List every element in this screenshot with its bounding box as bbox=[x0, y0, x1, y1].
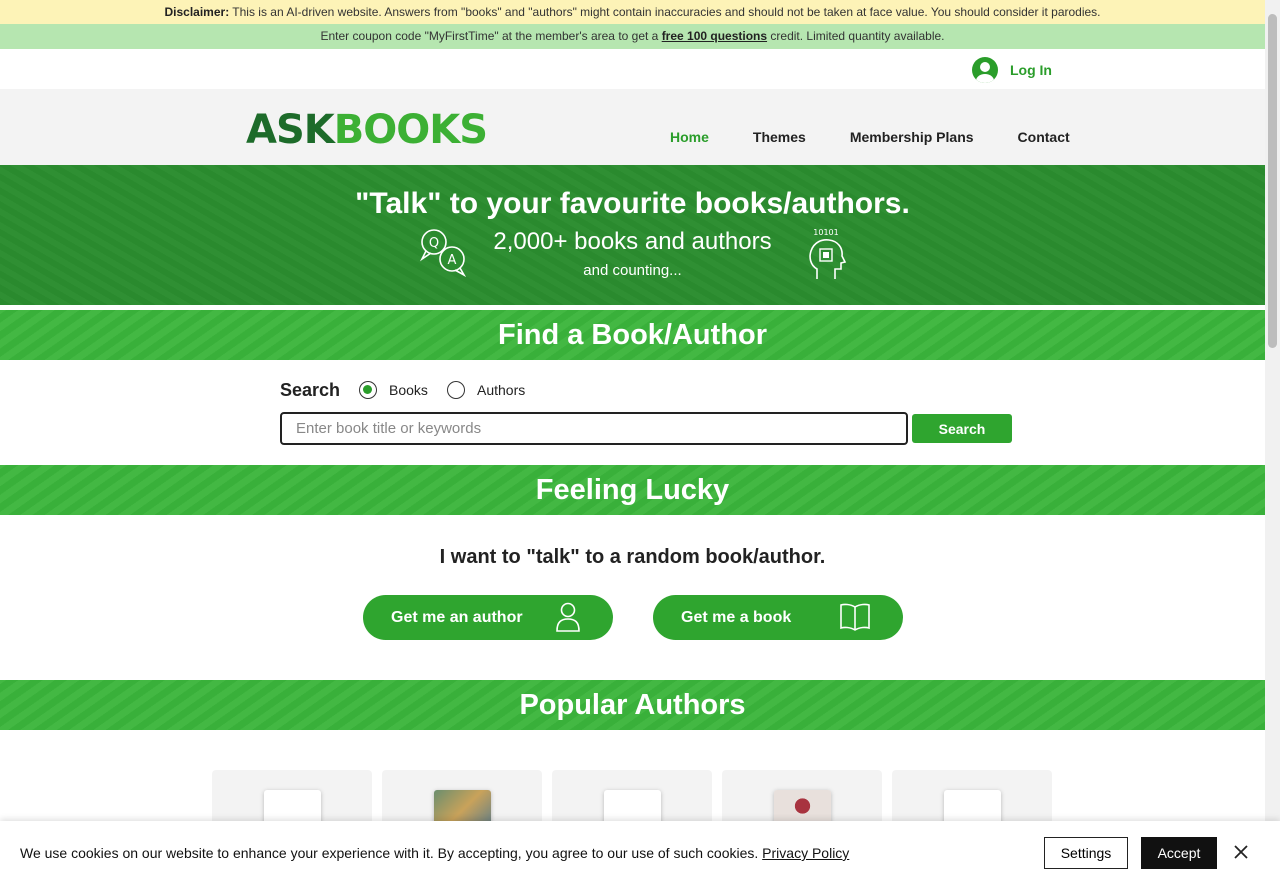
free-questions-link[interactable]: free 100 questions bbox=[662, 29, 767, 43]
cookie-accept-button[interactable]: Accept bbox=[1141, 837, 1217, 869]
login-button[interactable]: Log In bbox=[972, 57, 1052, 83]
get-author-label: Get me an author bbox=[391, 608, 523, 626]
nav-item-contact[interactable]: Contact bbox=[996, 129, 1092, 145]
popular-heading-band: Popular Authors bbox=[0, 680, 1265, 730]
lucky-section: I want to "talk" to a random book/author… bbox=[0, 515, 1265, 680]
close-icon[interactable] bbox=[1232, 843, 1250, 861]
page-scrollbar[interactable] bbox=[1265, 0, 1280, 885]
coupon-text-after: credit. Limited quantity available. bbox=[767, 29, 945, 43]
site-header: ASK BOOKS Home Themes Membership Plans Co… bbox=[0, 89, 1265, 165]
hero-banner: "Talk" to your favourite books/authors. … bbox=[0, 165, 1265, 305]
user-avatar-icon bbox=[972, 57, 998, 83]
binary-text: 10101 bbox=[813, 228, 838, 237]
hero-count: 2,000+ books and authors bbox=[493, 228, 772, 255]
search-label: Search bbox=[280, 380, 341, 400]
askbooks-logo[interactable]: ASK BOOKS bbox=[246, 107, 488, 153]
scrollbar-thumb[interactable] bbox=[1268, 14, 1277, 348]
lucky-heading-band: Feeling Lucky bbox=[0, 465, 1265, 515]
hero-counting: and counting... bbox=[583, 262, 682, 279]
lucky-heading: Feeling Lucky bbox=[535, 474, 730, 506]
disclaimer-label: Disclaimer: bbox=[164, 5, 230, 19]
radio-authors-indicator[interactable] bbox=[447, 381, 465, 399]
coupon-text-before: Enter coupon code "MyFirstTime" at the m… bbox=[320, 29, 662, 43]
nav-item-membership-plans[interactable]: Membership Plans bbox=[828, 129, 996, 145]
search-input[interactable] bbox=[280, 412, 908, 445]
popular-heading: Popular Authors bbox=[519, 689, 746, 721]
main-nav: Home Themes Membership Plans Contact bbox=[648, 129, 1092, 145]
logo-text-books: BOOKS bbox=[333, 107, 488, 153]
login-bar: Log In bbox=[0, 49, 1265, 89]
find-heading-band: Find a Book/Author bbox=[0, 310, 1265, 360]
lucky-text: I want to "talk" to a random book/author… bbox=[439, 546, 826, 568]
search-button[interactable]: Search bbox=[912, 414, 1012, 443]
nav-item-themes[interactable]: Themes bbox=[731, 129, 828, 145]
open-book-icon bbox=[840, 603, 870, 631]
radio-books-indicator[interactable] bbox=[359, 381, 377, 399]
privacy-policy-link[interactable]: Privacy Policy bbox=[762, 845, 849, 861]
disclaimer-bar: Disclaimer: This is an AI-driven website… bbox=[0, 0, 1265, 24]
nav-item-home[interactable]: Home bbox=[648, 129, 731, 145]
logo-text-ask: ASK bbox=[246, 107, 335, 153]
radio-books[interactable]: Books bbox=[359, 381, 428, 399]
radio-authors-label: Authors bbox=[477, 382, 526, 398]
get-author-button[interactable]: Get me an author bbox=[363, 595, 613, 640]
cookie-message: We use cookies on our website to enhance… bbox=[20, 845, 849, 861]
person-icon bbox=[556, 602, 580, 632]
get-book-label: Get me a book bbox=[681, 608, 792, 626]
find-heading: Find a Book/Author bbox=[497, 319, 768, 351]
ai-head-icon: 10101 bbox=[809, 228, 847, 279]
hero-title: "Talk" to your favourite books/authors. bbox=[355, 187, 910, 220]
login-label: Log In bbox=[1010, 62, 1052, 78]
radio-authors[interactable]: Authors bbox=[447, 381, 525, 399]
disclaimer-text: This is an AI-driven website. Answers fr… bbox=[229, 5, 1101, 19]
cookie-text: We use cookies on our website to enhance… bbox=[20, 845, 763, 861]
get-book-button[interactable]: Get me a book bbox=[653, 595, 903, 640]
search-section: Search Books Authors Search bbox=[0, 360, 1265, 465]
radio-books-label: Books bbox=[389, 382, 428, 398]
cookie-settings-button[interactable]: Settings bbox=[1044, 837, 1128, 869]
coupon-bar: Enter coupon code "MyFirstTime" at the m… bbox=[0, 24, 1265, 49]
cookie-banner: We use cookies on our website to enhance… bbox=[0, 821, 1280, 885]
